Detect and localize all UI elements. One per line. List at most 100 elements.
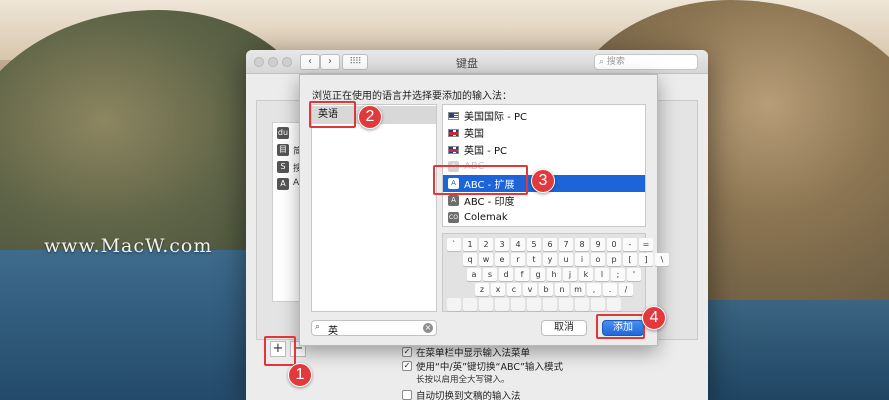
language-list[interactable]: 英语 bbox=[311, 104, 437, 312]
input-method-item[interactable]: 英国 bbox=[443, 124, 645, 141]
wallpaper-sea-right bbox=[700, 300, 889, 400]
keyboard-key: o bbox=[591, 253, 605, 266]
clear-search-icon[interactable]: × bbox=[423, 323, 433, 333]
keyboard-key bbox=[575, 298, 589, 311]
keyboard-key: r bbox=[511, 253, 525, 266]
uk-flag-icon bbox=[448, 128, 459, 137]
keyboard-key bbox=[495, 298, 509, 311]
switch-abc-checkbox[interactable]: ✓ bbox=[402, 361, 412, 371]
cancel-button[interactable]: 取消 bbox=[541, 320, 587, 336]
keyboard-key: h bbox=[547, 268, 561, 281]
show-menu-checkbox[interactable]: ✓ bbox=[402, 347, 412, 357]
keyboard-key bbox=[511, 298, 525, 311]
show-all-grid-button[interactable]: ⠿⠿ bbox=[342, 54, 368, 70]
zoom-window-button[interactable] bbox=[282, 57, 292, 67]
keyboard-key: = bbox=[639, 238, 653, 251]
highlight-abc-extended bbox=[433, 165, 528, 195]
keyboard-row: a s d f g h j k l; ' bbox=[467, 268, 641, 281]
keyboard-key: a bbox=[467, 268, 481, 281]
close-window-button[interactable] bbox=[254, 57, 264, 67]
keyboard-key: d bbox=[499, 268, 513, 281]
keyboard-key bbox=[463, 298, 477, 311]
step-2-badge: 2 bbox=[358, 105, 382, 129]
input-method-item[interactable]: 美国国际 - PC bbox=[443, 107, 645, 124]
back-button[interactable]: ‹ bbox=[300, 54, 320, 70]
us-flag-icon bbox=[448, 111, 459, 120]
keyboard-key: 5 bbox=[527, 238, 541, 251]
keyboard-key bbox=[479, 298, 493, 311]
auto-switch-checkbox-row[interactable]: 自动切换到文稿的输入法 bbox=[402, 388, 521, 400]
keyboard-key: u bbox=[559, 253, 573, 266]
keyboard-key: f bbox=[515, 268, 529, 281]
keyboard-key: 2 bbox=[479, 238, 493, 251]
keyboard-key bbox=[543, 298, 557, 311]
keyboard-key: t bbox=[527, 253, 541, 266]
input-method-item[interactable]: 英国 - PC bbox=[443, 141, 645, 158]
window-title: 键盘 bbox=[456, 57, 478, 70]
keyboard-key bbox=[607, 298, 621, 311]
show-menu-label: 在菜单栏中显示输入法菜单 bbox=[416, 348, 531, 359]
show-menu-checkbox-row[interactable]: ✓ 在菜单栏中显示输入法菜单 bbox=[402, 345, 530, 359]
keyboard-row: z x c v b n m,. / bbox=[475, 283, 633, 296]
keyboard-key: 8 bbox=[575, 238, 589, 251]
keyboard-row: ` 1 2 3 4 5 6 7 8 9 0- = bbox=[447, 238, 653, 251]
keyboard-key: 0 bbox=[607, 238, 621, 251]
keyboard-co-icon: CO bbox=[448, 212, 459, 223]
keyboard-key: 3 bbox=[495, 238, 509, 251]
keyboard-key: - bbox=[623, 238, 637, 251]
keyboard-key: 4 bbox=[511, 238, 525, 251]
language-search-field[interactable]: ⌕ 英 × bbox=[311, 320, 437, 337]
keyboard-key: v bbox=[523, 283, 537, 296]
keyboard-key: e bbox=[495, 253, 509, 266]
auto-switch-label: 自动切换到文稿的输入法 bbox=[416, 391, 521, 400]
uk-flag-icon bbox=[448, 145, 459, 154]
input-method-item[interactable]: CO Colemak bbox=[443, 209, 645, 226]
keyboard-key: 9 bbox=[591, 238, 605, 251]
keyboard-key: , bbox=[587, 283, 601, 296]
keyboard-key: g bbox=[531, 268, 545, 281]
keyboard-key: y bbox=[543, 253, 557, 266]
forward-button[interactable]: › bbox=[320, 54, 340, 70]
highlight-english-language bbox=[309, 101, 356, 128]
input-method-label: Colemak bbox=[464, 212, 508, 223]
keyboard-key bbox=[591, 298, 605, 311]
keyboard-key bbox=[559, 298, 573, 311]
keyboard-key: b bbox=[539, 283, 553, 296]
watermark: www.MacW.com bbox=[44, 235, 213, 257]
keyboard-key bbox=[527, 298, 541, 311]
pinyin-input-icon: 目 bbox=[277, 144, 289, 156]
keyboard-key: / bbox=[619, 283, 633, 296]
auto-switch-checkbox[interactable] bbox=[402, 390, 412, 400]
search-input[interactable]: ⌕ 搜索 bbox=[594, 54, 698, 70]
keyboard-key: q bbox=[463, 253, 477, 266]
keyboard-key: ` bbox=[447, 238, 461, 251]
switch-hint-text: 长按以启用全大写键入。 bbox=[416, 375, 510, 385]
keyboard-key: ] bbox=[639, 253, 653, 266]
keyboard-key: \ bbox=[655, 253, 669, 266]
sheet-title: 浏览正在使用的语言并选择要添加的输入法： bbox=[312, 91, 512, 102]
abc-input-icon: A bbox=[277, 178, 289, 190]
search-icon: ⌕ bbox=[315, 322, 321, 332]
input-method-label: 英国 bbox=[464, 129, 484, 140]
keyboard-key: 7 bbox=[559, 238, 573, 251]
input-method-label: 美国国际 - PC bbox=[464, 112, 527, 123]
keyboard-key: [ bbox=[623, 253, 637, 266]
keyboard-key: j bbox=[563, 268, 577, 281]
switch-abc-checkbox-row[interactable]: ✓ 使用“中/英”键切换“ABC”输入模式 bbox=[402, 359, 563, 373]
keyboard-key: x bbox=[491, 283, 505, 296]
keyboard-key: c bbox=[507, 283, 521, 296]
keyboard-layout-preview: ` 1 2 3 4 5 6 7 8 9 0- = q w e r t y u i o p[] \ a s d f g h j k l; ' … bbox=[442, 233, 669, 312]
keyboard-a-icon: A bbox=[448, 195, 459, 206]
input-method-label: 英国 - PC bbox=[464, 146, 507, 157]
step-3-badge: 3 bbox=[531, 169, 555, 193]
search-icon: ⌕ bbox=[599, 57, 607, 67]
language-search-value: 英 bbox=[328, 326, 338, 337]
highlight-add-source-button bbox=[264, 336, 296, 366]
minimize-window-button[interactable] bbox=[268, 57, 278, 67]
switch-abc-label: 使用“中/英”键切换“ABC”输入模式 bbox=[416, 362, 564, 373]
keyboard-key: ; bbox=[611, 268, 625, 281]
keyboard-key: 1 bbox=[463, 238, 477, 251]
keyboard-key: n bbox=[555, 283, 569, 296]
keyboard-key: 6 bbox=[543, 238, 557, 251]
keyboard-row: q w e r t y u i o p[] \ bbox=[463, 253, 669, 266]
